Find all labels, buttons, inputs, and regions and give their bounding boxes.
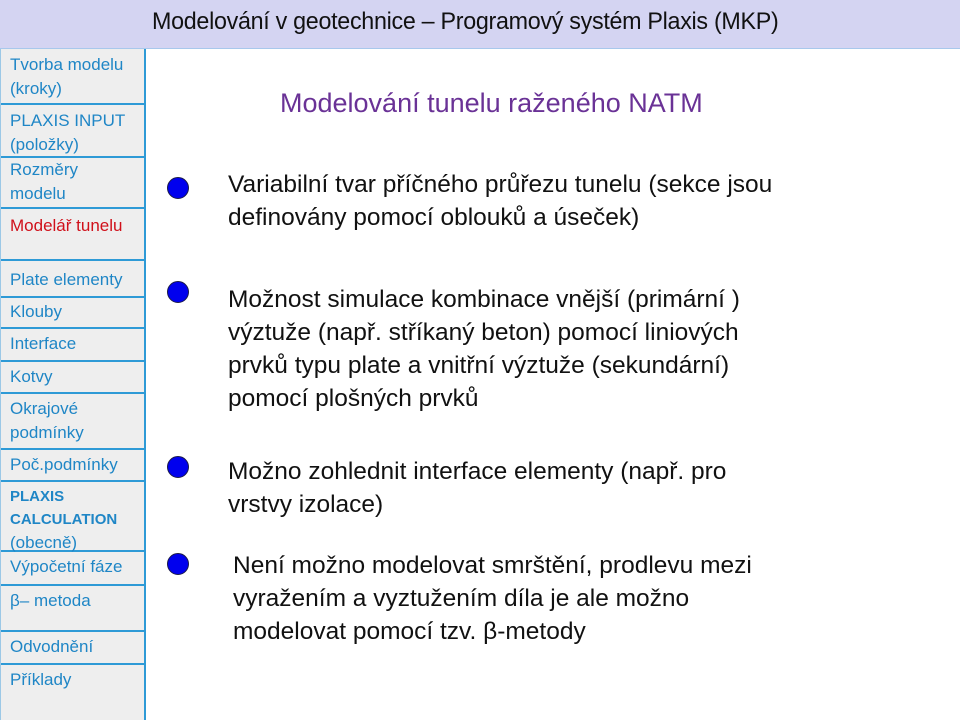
sidebar-item-poc-podminky[interactable]: Poč.podmínky — [1, 450, 144, 482]
sidebar-item-beta-metoda[interactable]: β– metoda — [1, 586, 144, 632]
bullet-item: Možnost simulace kombinace vnější (primá… — [228, 286, 740, 412]
header-title: Modelování v geotechnice – Programový sy… — [152, 8, 779, 35]
bullet-dot-icon — [167, 456, 189, 478]
sidebar-item-klouby[interactable]: Klouby — [1, 298, 144, 329]
sidebar-item-plaxis-calculation[interactable]: PLAXIS CALCULATION (obecně) — [1, 482, 144, 552]
sidebar-item-interface[interactable]: Interface — [1, 329, 144, 362]
bullet-dot-icon — [167, 281, 189, 303]
bullet-dot-icon — [167, 553, 189, 575]
sidebar-item-odvodneni[interactable]: Odvodnění — [1, 632, 144, 665]
sidebar-item-kotvy[interactable]: Kotvy — [1, 362, 144, 394]
bullet-dot-icon — [167, 177, 189, 199]
sidebar-nav: Tvorba modelu (kroky) PLAXIS INPUT (polo… — [0, 49, 146, 720]
slide-header: Modelování v geotechnice – Programový sy… — [0, 0, 960, 49]
sidebar-item-plaxis-calculation-label: PLAXIS CALCULATION — [10, 488, 118, 528]
sidebar-item-tvorba-modelu[interactable]: Tvorba modelu (kroky) — [1, 49, 144, 105]
sidebar-item-modelar-tunelu[interactable]: Modelář tunelu — [1, 209, 144, 261]
sidebar-item-plaxis-input[interactable]: PLAXIS INPUT (položky) — [1, 105, 144, 158]
sidebar-item-plate-elementy[interactable]: Plate elementy — [1, 261, 144, 298]
sidebar-item-okrajove-podminky[interactable]: Okrajové podmínky — [1, 394, 144, 450]
sidebar-item-priklady[interactable]: Příklady — [1, 665, 144, 720]
bullet-item: Není možno modelovat smrštění, prodlevu … — [233, 552, 752, 645]
sidebar-item-plaxis-calculation-sub: (obecně) — [10, 533, 78, 552]
bullet-item: Variabilní tvar příčného průřezu tunelu … — [228, 171, 773, 231]
slide-title: Modelování tunelu raženého NATM — [280, 88, 703, 118]
bullet-item: Možno zohlednit interface elementy (např… — [228, 458, 727, 518]
sidebar-item-rozmery-modelu[interactable]: Rozměry modelu — [1, 158, 144, 209]
sidebar-item-vypocetni-faze[interactable]: Výpočetní fáze — [1, 552, 144, 586]
